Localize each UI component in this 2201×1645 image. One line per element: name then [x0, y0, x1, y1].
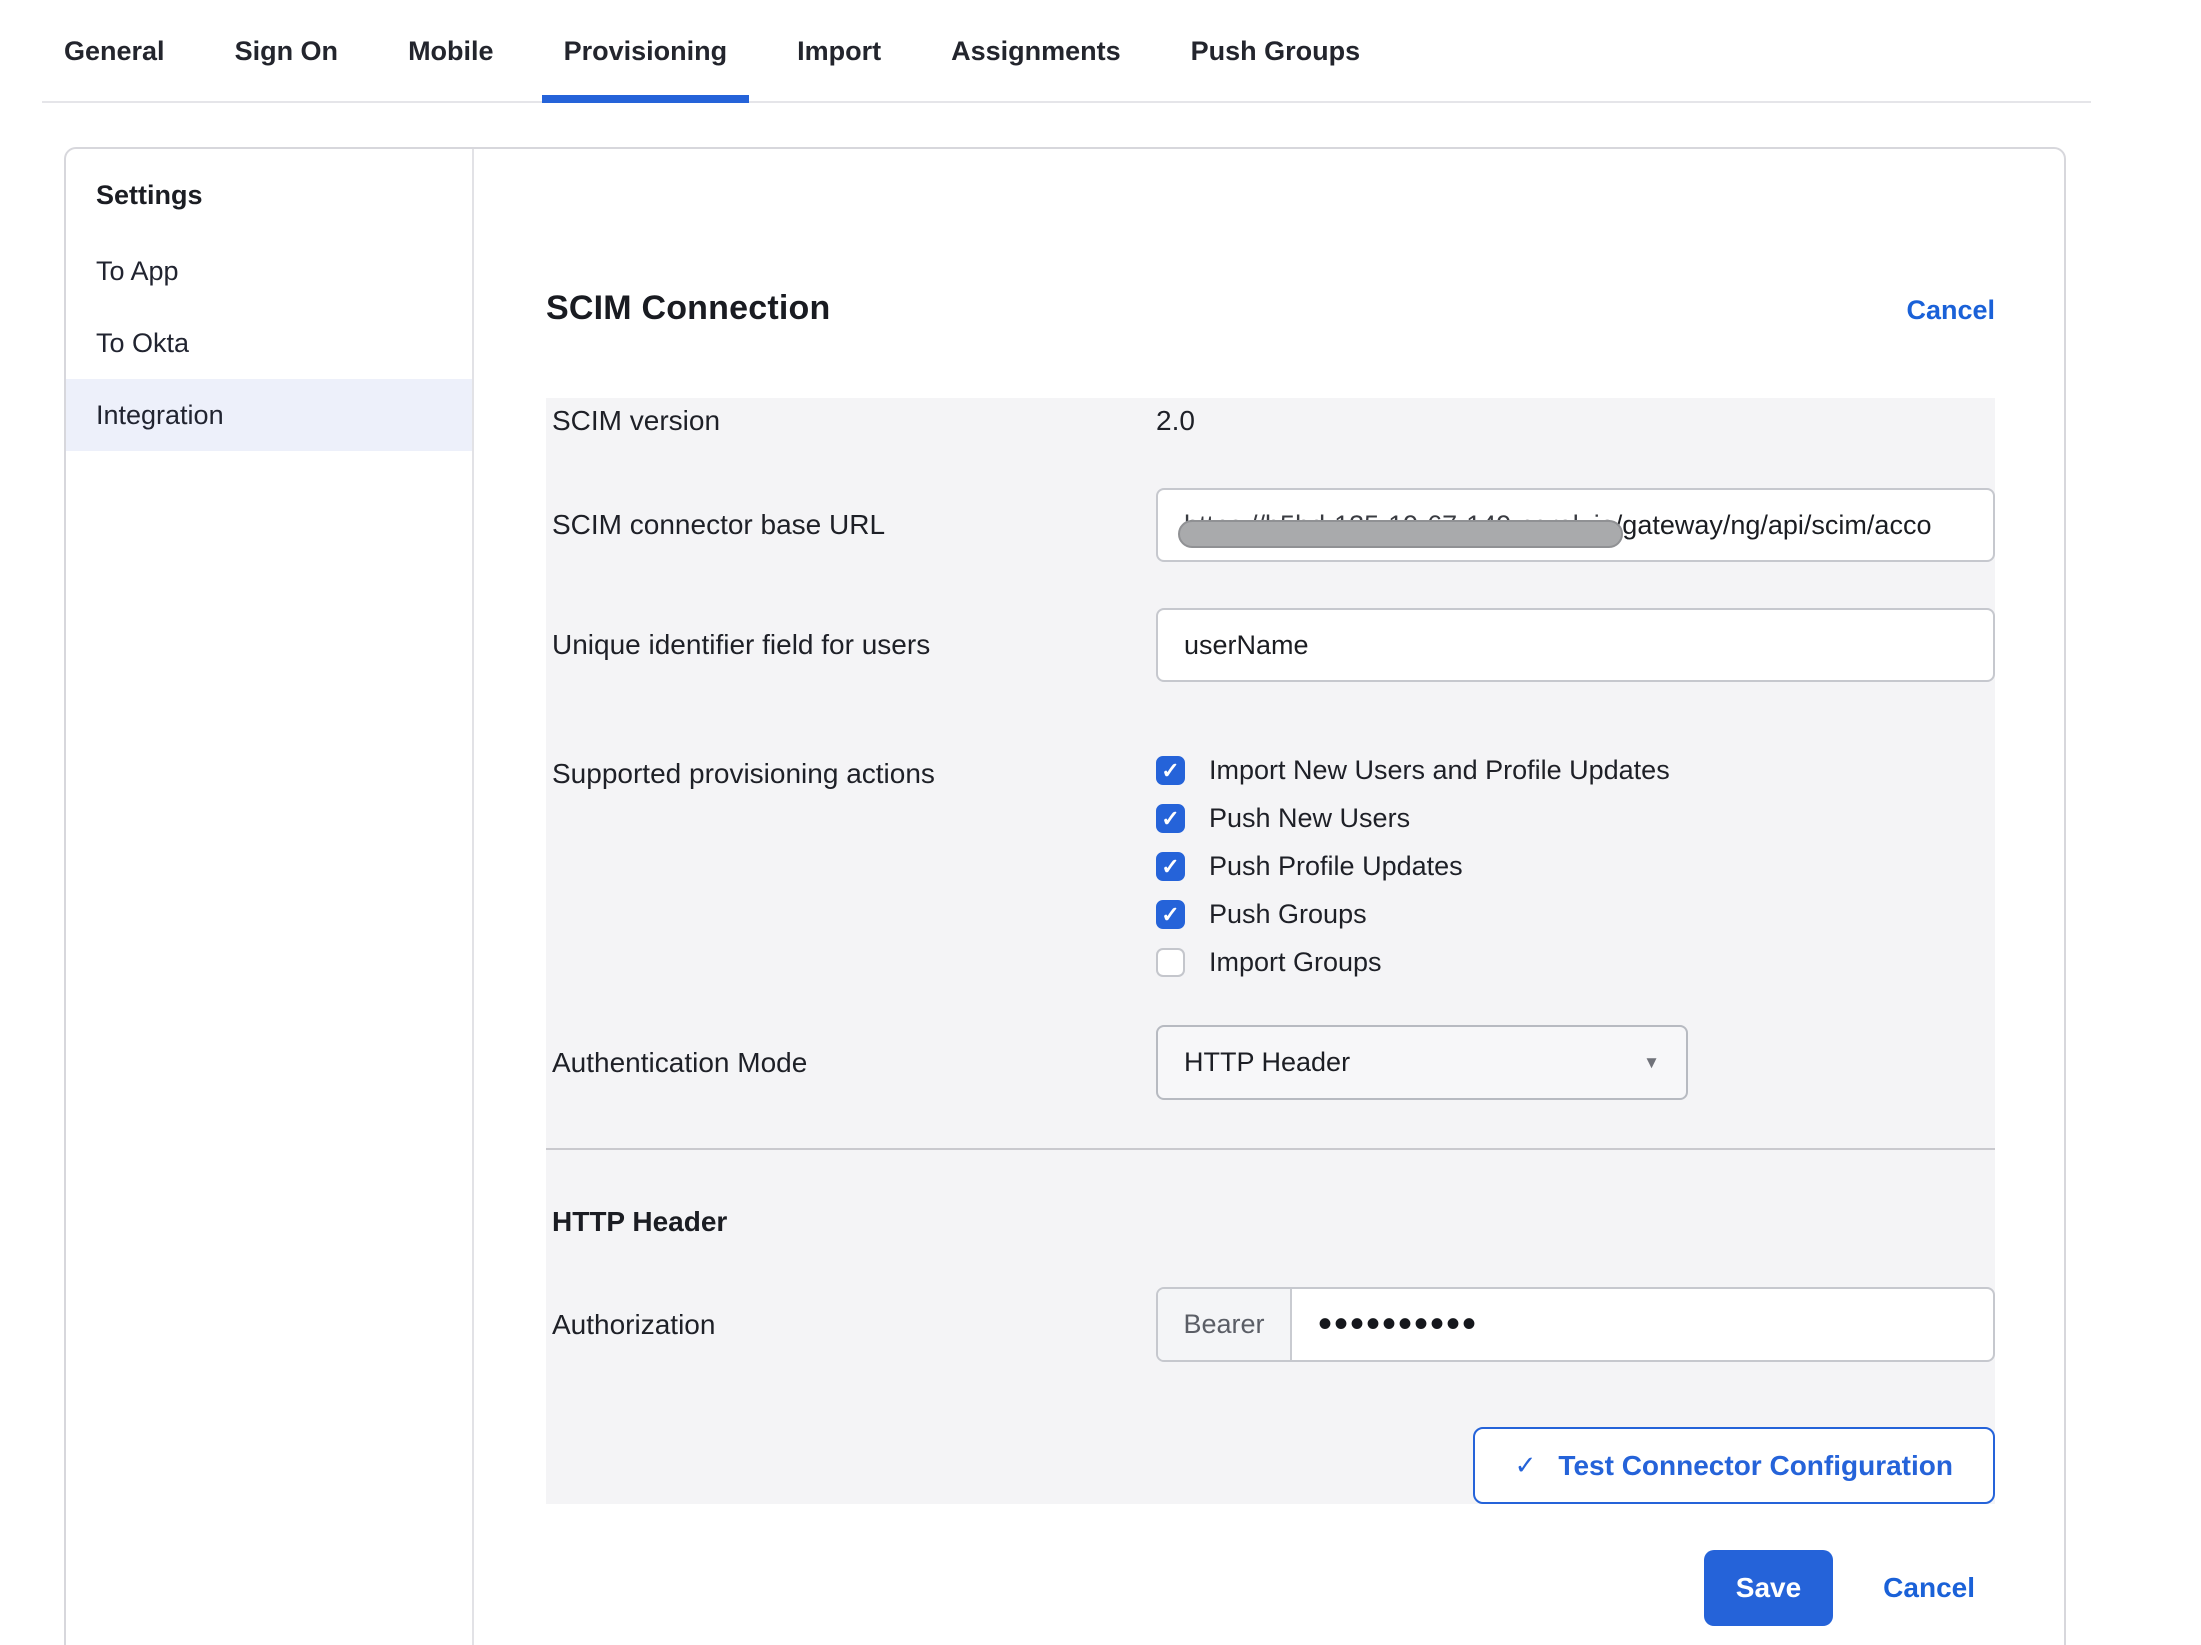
section-divider: [546, 1148, 1995, 1150]
provisioning-actions-label: Supported provisioning actions: [546, 756, 1156, 792]
checkbox-icon: ✓: [1156, 804, 1185, 833]
unique-id-value: userName: [1184, 630, 1309, 661]
check-icon: ✓: [1515, 1450, 1537, 1481]
tab-sign-on[interactable]: Sign On: [213, 0, 361, 103]
checkbox-import-new-users[interactable]: ✓ Import New Users and Profile Updates: [1156, 756, 1670, 785]
visible-url-text: /gateway/ng/api/scim/acco: [1615, 510, 1932, 541]
app-tab-bar: General Sign On Mobile Provisioning Impo…: [42, 0, 2091, 103]
scim-connection-form: SCIM version 2.0 SCIM connector base URL…: [546, 398, 1995, 1504]
checkbox-label: Push Profile Updates: [1209, 851, 1463, 882]
check-icon: ✓: [1161, 760, 1179, 782]
provisioning-actions-row: Supported provisioning actions ✓ Import …: [546, 756, 1995, 977]
checkbox-label: Import Groups: [1209, 947, 1382, 978]
main-content: SCIM Connection Cancel SCIM version 2.0 …: [474, 149, 2066, 1645]
authorization-row: Authorization Bearer ••••••••••: [546, 1287, 1995, 1362]
page-header: SCIM Connection Cancel: [546, 289, 1995, 328]
test-connector-row: ✓ Test Connector Configuration: [546, 1427, 1995, 1504]
bearer-prefix: Bearer: [1158, 1289, 1292, 1360]
page-title: SCIM Connection: [546, 289, 830, 328]
checkbox-import-groups[interactable]: ✓ Import Groups: [1156, 948, 1670, 977]
base-url-row: SCIM connector base URL https://b5bd-135…: [546, 488, 1995, 562]
authorization-label: Authorization: [546, 1307, 1156, 1343]
checkbox-label: Import New Users and Profile Updates: [1209, 755, 1670, 786]
footer-cancel-link[interactable]: Cancel: [1883, 1572, 1975, 1604]
unique-id-row: Unique identifier field for users userNa…: [546, 608, 1995, 682]
checkbox-push-new-users[interactable]: ✓ Push New Users: [1156, 804, 1670, 833]
checkbox-push-profile-updates[interactable]: ✓ Push Profile Updates: [1156, 852, 1670, 881]
checkbox-icon: ✓: [1156, 900, 1185, 929]
http-header-section-title: HTTP Header: [546, 1205, 1995, 1239]
tab-mobile[interactable]: Mobile: [386, 0, 516, 103]
scim-version-value: 2.0: [1156, 403, 1195, 439]
tab-assignments[interactable]: Assignments: [929, 0, 1143, 103]
form-footer: Save Cancel: [546, 1550, 1995, 1626]
checkbox-label: Push Groups: [1209, 899, 1367, 930]
unique-id-input[interactable]: userName: [1156, 608, 1995, 682]
sidebar-item-to-app[interactable]: To App: [66, 235, 472, 307]
test-connector-button[interactable]: ✓ Test Connector Configuration: [1473, 1427, 1995, 1504]
check-icon: ✓: [1161, 856, 1179, 878]
sidebar-title: Settings: [96, 175, 472, 215]
auth-mode-label: Authentication Mode: [546, 1045, 1156, 1081]
test-connector-label: Test Connector Configuration: [1558, 1450, 1953, 1482]
auth-mode-row: Authentication Mode HTTP Header ▼: [546, 1025, 1995, 1100]
tab-import[interactable]: Import: [775, 0, 903, 103]
unique-id-label: Unique identifier field for users: [546, 627, 1156, 663]
auth-mode-selected-value: HTTP Header: [1184, 1047, 1350, 1078]
checkbox-label: Push New Users: [1209, 803, 1410, 834]
provisioning-actions-list: ✓ Import New Users and Profile Updates ✓…: [1156, 756, 1670, 977]
scim-version-row: SCIM version 2.0: [546, 398, 1995, 488]
redaction-bar: [1178, 520, 1623, 548]
authorization-input-group: Bearer ••••••••••: [1156, 1287, 1995, 1362]
header-cancel-link[interactable]: Cancel: [1906, 295, 1995, 326]
base-url-label: SCIM connector base URL: [546, 507, 1156, 543]
check-icon: ✓: [1161, 904, 1179, 926]
checkbox-icon: ✓: [1156, 852, 1185, 881]
redacted-url-segment: https://b5bd-135-19-67-149.ngrok.io: [1184, 510, 1615, 541]
checkbox-push-groups[interactable]: ✓ Push Groups: [1156, 900, 1670, 929]
base-url-input[interactable]: https://b5bd-135-19-67-149.ngrok.io /gat…: [1156, 488, 1995, 562]
save-button[interactable]: Save: [1704, 1550, 1833, 1626]
provisioning-panel: Settings To App To Okta Integration SCIM…: [64, 147, 2066, 1645]
caret-down-icon: ▼: [1643, 1053, 1660, 1073]
checkbox-icon: ✓: [1156, 756, 1185, 785]
scim-version-label: SCIM version: [546, 403, 1156, 439]
sidebar-item-integration[interactable]: Integration: [66, 379, 472, 451]
tab-provisioning[interactable]: Provisioning: [542, 0, 750, 103]
bearer-token-input[interactable]: ••••••••••: [1292, 1289, 1993, 1360]
settings-sidebar: Settings To App To Okta Integration: [66, 149, 474, 1645]
checkbox-icon: ✓: [1156, 948, 1185, 977]
check-icon: ✓: [1161, 808, 1179, 830]
tab-general[interactable]: General: [42, 0, 187, 103]
auth-mode-select[interactable]: HTTP Header ▼: [1156, 1025, 1688, 1100]
tab-push-groups[interactable]: Push Groups: [1169, 0, 1383, 103]
sidebar-item-to-okta[interactable]: To Okta: [66, 307, 472, 379]
